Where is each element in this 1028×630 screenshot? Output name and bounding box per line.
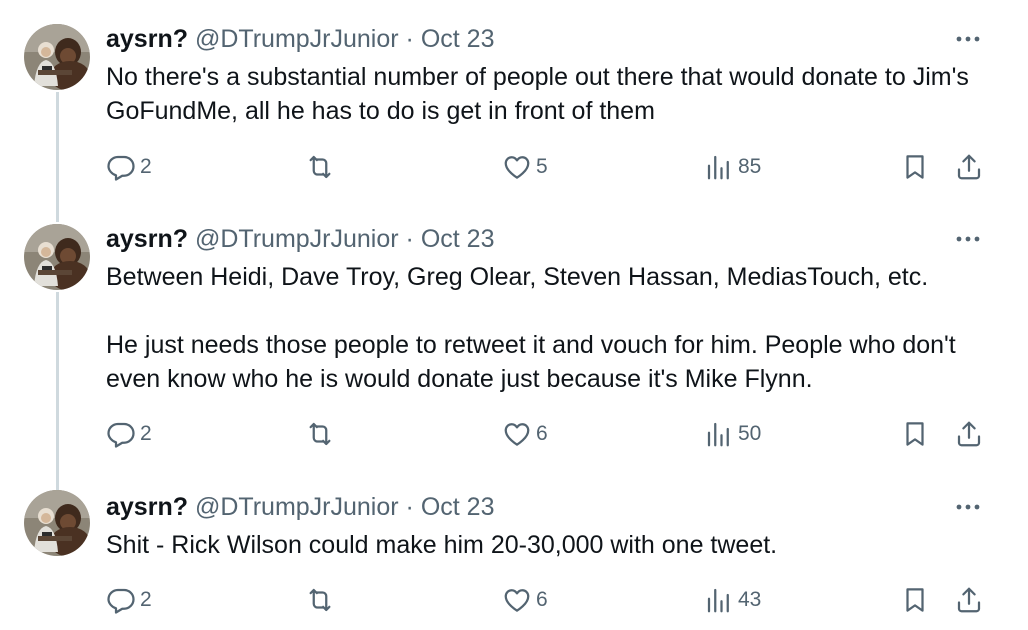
share-button[interactable]	[954, 416, 984, 452]
tweet-paragraph: No there's a substantial number of peopl…	[106, 63, 969, 125]
avatar-image	[24, 224, 90, 290]
repost-arrows-icon	[309, 155, 331, 179]
share-upload-icon	[957, 421, 981, 447]
like-button[interactable]: 5	[502, 149, 548, 185]
tweet-text: Between Heidi, Dave Troy, Greg Olear, St…	[106, 260, 986, 396]
tweet-paragraph: Between Heidi, Dave Troy, Greg Olear, St…	[106, 263, 929, 291]
display-name[interactable]: aysrn?	[106, 493, 188, 521]
handle[interactable]: @DTrumpJrJunior	[195, 225, 399, 253]
more-options-button[interactable]	[952, 494, 984, 520]
tweet-paragraph: Shit - Rick Wilson could make him 20-30,…	[106, 531, 778, 559]
view-count: 43	[738, 588, 762, 611]
avatar-image	[24, 490, 90, 556]
share-button[interactable]	[954, 149, 984, 185]
heart-icon	[504, 589, 530, 612]
reply-bubble-icon	[107, 155, 135, 181]
more-options-button[interactable]	[952, 26, 984, 52]
tweet-date[interactable]: Oct 23	[421, 493, 495, 521]
views-button[interactable]: 50	[704, 416, 761, 452]
bookmark-button[interactable]	[900, 149, 930, 185]
repost-button[interactable]	[304, 416, 336, 452]
tweet-header: aysrn? @DTrumpJrJunior · Oct 23	[106, 22, 494, 56]
like-button[interactable]: 6	[502, 582, 548, 618]
separator: ·	[405, 25, 414, 53]
bookmark-icon	[906, 588, 924, 612]
repost-button[interactable]	[304, 582, 336, 618]
view-count: 85	[738, 155, 762, 178]
tweet-date[interactable]: Oct 23	[421, 25, 495, 53]
reply-button[interactable]: 2	[106, 149, 152, 185]
tweet-date[interactable]: Oct 23	[421, 225, 495, 253]
repost-arrows-icon	[309, 422, 331, 446]
like-count: 6	[536, 588, 548, 611]
tweet-text: Shit - Rick Wilson could make him 20-30,…	[106, 528, 986, 562]
reply-count: 2	[140, 422, 152, 445]
handle[interactable]: @DTrumpJrJunior	[195, 25, 399, 53]
display-name[interactable]: aysrn?	[106, 25, 188, 53]
reply-count: 2	[140, 155, 152, 178]
separator: ·	[405, 225, 414, 253]
share-upload-icon	[957, 154, 981, 180]
more-horizontal-icon	[956, 236, 980, 242]
bookmark-button[interactable]	[900, 416, 930, 452]
bar-chart-icon	[707, 155, 729, 180]
reply-bubble-icon	[107, 422, 135, 448]
reply-button[interactable]: 2	[106, 416, 152, 452]
action-bar: 2 5 85	[0, 149, 1028, 185]
tweet[interactable]: aysrn? @DTrumpJrJunior · Oct 23 Between …	[0, 222, 1028, 466]
reply-count: 2	[140, 588, 152, 611]
like-count: 5	[536, 155, 548, 178]
heart-icon	[504, 423, 530, 446]
bookmark-button[interactable]	[900, 582, 930, 618]
handle[interactable]: @DTrumpJrJunior	[195, 493, 399, 521]
bar-chart-icon	[707, 422, 729, 447]
repost-button[interactable]	[304, 149, 336, 185]
tweet-header: aysrn? @DTrumpJrJunior · Oct 23	[106, 490, 494, 524]
avatar[interactable]	[24, 490, 90, 556]
heart-icon	[504, 156, 530, 179]
bar-chart-icon	[707, 588, 729, 613]
tweet-text: No there's a substantial number of peopl…	[106, 60, 986, 128]
more-horizontal-icon	[956, 36, 980, 42]
views-button[interactable]: 43	[704, 582, 761, 618]
view-count: 50	[738, 422, 762, 445]
reply-bubble-icon	[107, 588, 135, 614]
like-button[interactable]: 6	[502, 416, 548, 452]
views-button[interactable]: 85	[704, 149, 761, 185]
like-count: 6	[536, 422, 548, 445]
avatar[interactable]	[24, 224, 90, 290]
action-bar: 2 6 50	[0, 416, 1028, 452]
avatar[interactable]	[24, 24, 90, 90]
reply-button[interactable]: 2	[106, 582, 152, 618]
separator: ·	[405, 493, 414, 521]
bookmark-icon	[906, 422, 924, 446]
action-bar: 2 6 43	[0, 582, 1028, 618]
share-upload-icon	[957, 587, 981, 613]
tweet[interactable]: aysrn? @DTrumpJrJunior · Oct 23 Shit - R…	[0, 490, 1028, 626]
tweet-header: aysrn? @DTrumpJrJunior · Oct 23	[106, 222, 494, 256]
more-options-button[interactable]	[952, 226, 984, 252]
more-horizontal-icon	[956, 504, 980, 510]
tweet-paragraph: He just needs those people to retweet it…	[106, 331, 956, 393]
avatar-image	[24, 24, 90, 90]
display-name[interactable]: aysrn?	[106, 225, 188, 253]
repost-arrows-icon	[309, 588, 331, 612]
tweet[interactable]: aysrn? @DTrumpJrJunior · Oct 23 No there…	[0, 22, 1028, 198]
bookmark-icon	[906, 155, 924, 179]
share-button[interactable]	[954, 582, 984, 618]
